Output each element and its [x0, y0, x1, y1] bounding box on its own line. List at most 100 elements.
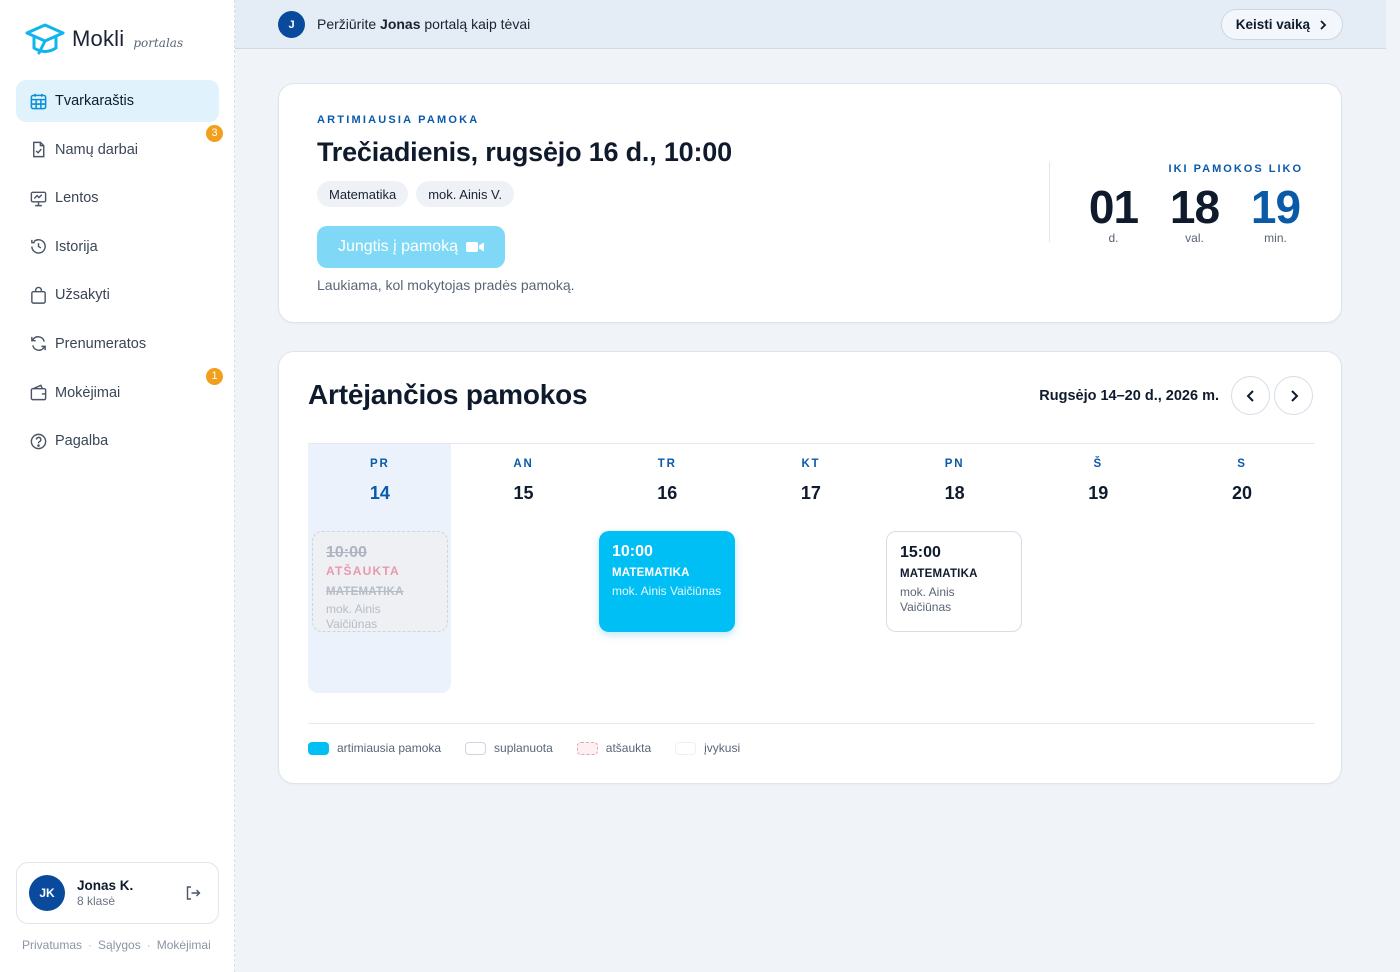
footer-link-terms[interactable]: Sąlygos: [98, 938, 141, 952]
logo[interactable]: Mokli portalas: [24, 20, 183, 58]
sidebar-item-label: Užsakyti: [55, 287, 110, 304]
lesson-teacher: mok. Ainis Vaičiūnas: [612, 584, 722, 598]
sidebar-item-label: Namų darbai: [55, 141, 139, 158]
shopping-bag-icon: [28, 285, 48, 305]
day-abbr: KT: [801, 458, 821, 470]
day-number: 18: [944, 483, 965, 503]
countdown-days-unit: d.: [1108, 231, 1119, 245]
sidebar-item-prenumeratos[interactable]: Prenumeratos: [16, 323, 219, 365]
day-number: 19: [1088, 483, 1109, 503]
countdown-minutes-value: 19: [1250, 181, 1301, 233]
legend-item-done: įvykusi: [675, 741, 740, 755]
lesson-card-cancelled[interactable]: 10:00 ATŠAUKTA MATEMATIKA mok. Ainis Vai…: [312, 531, 448, 632]
sidebar-item-label: Pagalba: [55, 433, 109, 450]
divider: [1049, 162, 1050, 242]
footer-link-payments[interactable]: Mokėjimai: [157, 938, 211, 952]
banner-child-name: Jonas: [380, 16, 421, 32]
prev-week-button[interactable]: [1231, 376, 1270, 415]
day-abbr: Š: [1093, 458, 1104, 470]
day-abbr: PR: [370, 458, 390, 470]
join-lesson-label: Jungtis į pamoką: [337, 238, 459, 255]
lesson-subject: MATEMATIKA: [900, 568, 978, 580]
whiteboard-icon: [28, 188, 48, 208]
cancelled-label: ATŠAUKTA: [326, 564, 400, 578]
countdown-minutes-unit: min.: [1264, 231, 1287, 245]
day-column: PN 18: [883, 444, 1027, 504]
next-lesson-title: Trečiadienis, rugsėjo 16 d., 10:00: [317, 137, 732, 167]
switch-child-button[interactable]: Keisti vaiką: [1220, 9, 1343, 40]
chevron-left-icon: [1246, 389, 1254, 402]
calendar-icon: [28, 91, 48, 111]
day-column: KT 17: [739, 444, 883, 504]
week-days: PR 14 AN 15 TR 16 KT 17 PN 18 Š 19 S 20: [308, 444, 1314, 504]
refresh-icon: [28, 334, 48, 354]
brand-name: Mokli: [72, 26, 125, 51]
sidebar-item-uzsakyti[interactable]: Užsakyti: [16, 274, 219, 316]
day-column: PR 14: [308, 444, 452, 504]
sidebar-item-label: Lentos: [55, 190, 99, 207]
day-abbr: AN: [513, 458, 534, 470]
day-number: 15: [513, 483, 534, 503]
legend-label: atšaukta: [605, 741, 652, 755]
lesson-subject: MATEMATIKA: [612, 567, 690, 579]
chevron-right-icon: [1320, 19, 1327, 30]
homework-badge: 3: [206, 124, 223, 142]
banner-text: Peržiūrite Jonas portalą kaip tėvai: [317, 16, 530, 32]
next-lesson-eyebrow: ARTIMIAUSIA PAMOKA: [317, 114, 480, 126]
day-abbr: TR: [657, 458, 677, 470]
day-column: S 20: [1170, 444, 1314, 504]
child-avatar: J: [278, 11, 305, 38]
day-number: 14: [369, 483, 390, 503]
lesson-time: 15:00: [900, 544, 941, 561]
lesson-time: 10:00: [326, 544, 367, 561]
user-card[interactable]: JK Jonas K. 8 klasė: [16, 862, 219, 924]
sidebar-item-pagalba[interactable]: Pagalba: [16, 420, 219, 462]
join-lesson-button[interactable]: Jungtis į pamoką: [317, 226, 505, 268]
day-abbr: S: [1237, 458, 1247, 470]
chevron-right-icon: [1290, 389, 1298, 402]
footer-link-privacy[interactable]: Privatumas: [22, 938, 82, 952]
lesson-time: 10:00: [612, 543, 653, 560]
divider: [308, 723, 1314, 724]
subject-chip: Matematika: [317, 181, 409, 207]
legend-swatch: [675, 741, 697, 755]
lesson-card-planned[interactable]: 15:00 MATEMATIKA mok. Ainis Vaičiūnas: [886, 531, 1022, 632]
countdown-label: IKI PAMOKOS LIKO: [1168, 163, 1303, 175]
legend: artimiausia pamoka suplanuota atšaukta į…: [308, 741, 764, 755]
legend-label: artimiausia pamoka: [337, 741, 442, 755]
next-week-button[interactable]: [1274, 376, 1313, 415]
separator: ·: [88, 938, 93, 952]
day-column: AN 15: [452, 444, 596, 504]
graduation-cap-icon: [25, 23, 65, 55]
legend-label: suplanuota: [494, 741, 553, 755]
brand-sub: portalas: [133, 36, 184, 50]
sidebar-item-namu-darbai[interactable]: Namų darbai 3: [16, 124, 223, 171]
switch-child-label: Keisti vaiką: [1235, 17, 1310, 32]
logout-icon[interactable]: [184, 884, 202, 902]
sidebar: Mokli portalas Tvarkaraštis Namų darbai …: [0, 0, 235, 972]
upcoming-lessons-card: Artėjančios pamokos Rugsėjo 14–20 d., 20…: [278, 351, 1342, 784]
sidebar-item-tvarkarastis[interactable]: Tvarkaraštis: [16, 80, 219, 122]
sidebar-item-lentos[interactable]: Lentos: [16, 177, 219, 219]
user-info: Jonas K. 8 klasė: [77, 878, 133, 908]
lesson-card-nearest[interactable]: 10:00 MATEMATIKA mok. Ainis Vaičiūnas: [599, 531, 735, 632]
legend-swatch: [308, 741, 329, 755]
history-icon: [28, 237, 48, 257]
day-number: 16: [657, 483, 678, 503]
legend-swatch: [465, 741, 487, 755]
countdown-hours-unit: val.: [1185, 231, 1204, 245]
day-abbr: PN: [944, 458, 965, 470]
sidebar-nav: Tvarkaraštis Namų darbai 3 Lentos Istori…: [16, 80, 223, 469]
next-lesson-card: ARTIMIAUSIA PAMOKA Trečiadienis, rugsėjo…: [278, 83, 1342, 323]
section-title: Artėjančios pamokos: [308, 379, 588, 410]
legend-item-nearest: artimiausia pamoka: [308, 741, 441, 755]
video-camera-icon: [466, 242, 485, 252]
user-grade: 8 klasė: [77, 894, 116, 908]
legend-label: įvykusi: [704, 741, 741, 755]
payments-badge: 1: [206, 367, 223, 385]
day-column: TR 16: [595, 444, 739, 504]
lesson-teacher: mok. Ainis Vaičiūnas: [326, 602, 381, 631]
sidebar-item-istorija[interactable]: Istorija: [16, 226, 219, 268]
lesson-subject: MATEMATIKA: [326, 586, 404, 598]
sidebar-item-mokejimai[interactable]: Mokėjimai 1: [16, 367, 223, 414]
